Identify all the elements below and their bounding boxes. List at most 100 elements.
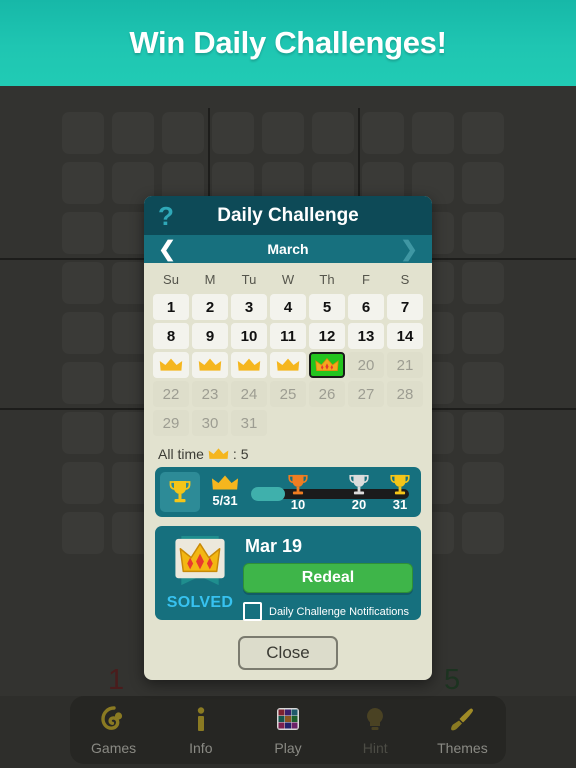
calendar-day[interactable]: 11 [270,323,306,349]
dialog-title: Daily Challenge [144,205,432,227]
calendar-day[interactable]: 13 [348,323,384,349]
crown-icon [315,357,339,373]
board-cell [412,112,454,154]
board-cell [462,112,504,154]
crown-icon [237,357,261,373]
dialog-header: ? Daily Challenge [144,196,432,235]
crown-icon [198,357,222,373]
board-cell [62,212,104,254]
calendar-day[interactable]: 12 [309,323,345,349]
daily-challenge-dialog: ? Daily Challenge ❮ March ❯ SuMTuWThFS 1… [144,196,432,680]
board-cell [162,112,204,154]
nav-label-play: Play [274,740,301,756]
calendar-day[interactable]: 6 [348,294,384,320]
board-cell [462,262,504,304]
progress-marker-10: 10 [278,473,318,512]
board-cell [212,112,254,154]
banner-title: Win Daily Challenges! [129,25,446,61]
calendar-week-row: 293031 [153,410,423,436]
calendar-day[interactable]: 3 [231,294,267,320]
calendar-day[interactable]: 2 [192,294,228,320]
calendar-day: 29 [153,410,189,436]
board-cell [62,112,104,154]
month-label: March [267,241,308,257]
progress-marker-20: 20 [339,473,379,512]
calendar-week-row: 2021 [153,352,423,378]
info-icon [187,705,215,735]
all-time-summary: All time : 5 [158,446,432,462]
calendar-day[interactable]: 14 [387,323,423,349]
board-cell [62,162,104,204]
board-cell [462,162,504,204]
calendar-day[interactable]: 8 [153,323,189,349]
crown-badge-icon [169,534,231,593]
calendar-day[interactable]: 10 [231,323,267,349]
notifications-checkbox[interactable] [243,602,262,621]
nav-item-play[interactable]: Play [244,696,331,764]
calendar-day-selected[interactable] [309,352,345,378]
calendar-day-won[interactable] [270,352,306,378]
paintbrush-icon [448,705,476,735]
calendar-week-row: 22232425262728 [153,381,423,407]
calendar-day[interactable]: 4 [270,294,306,320]
silver-trophy-icon [347,473,371,497]
status-badge: SOLVED [167,594,233,612]
nav-item-themes[interactable]: Themes [419,696,506,764]
weekday-label-th: Th [309,269,345,291]
weekday-header-row: SuMTuWThFS [153,269,423,291]
board-cell [362,112,404,154]
chevron-left-icon[interactable]: ❮ [154,237,180,261]
board-cell [462,362,504,404]
challenge-date: Mar 19 [245,536,413,557]
calendar-day: 22 [153,381,189,407]
calendar-day: 28 [387,381,423,407]
crown-icon [208,447,229,461]
calendar-day: 24 [231,381,267,407]
nav-item-games[interactable]: Games [70,696,157,764]
calendar-day[interactable]: 1 [153,294,189,320]
grid-icon [274,705,302,735]
board-cell [62,512,104,554]
calendar-day[interactable]: 5 [309,294,345,320]
crown-icon [276,357,300,373]
app-root: Win Daily Challenges! 1 5 Games Info [0,0,576,768]
calendar-day[interactable]: 9 [192,323,228,349]
board-cell [62,412,104,454]
board-number-5: 5 [444,664,460,697]
board-cell [462,212,504,254]
all-time-separator: : [233,446,237,462]
calendar-day[interactable]: 7 [387,294,423,320]
board-cell [112,112,154,154]
nav-label-hint: Hint [363,740,388,756]
calendar-day: 27 [348,381,384,407]
trophy-tile[interactable] [160,472,200,512]
calendar-day-won[interactable] [231,352,267,378]
calendar-day-won[interactable] [192,352,228,378]
calendar-day: 31 [231,410,267,436]
all-time-prefix: All time [158,446,204,462]
weekday-label-s: S [387,269,423,291]
calendar-day: 23 [192,381,228,407]
board-cell [462,512,504,554]
gold-trophy-icon [388,473,412,497]
calendar: SuMTuWThFS 12345678910111213142021222324… [144,263,432,436]
board-number-1: 1 [108,664,124,697]
progress-panel: 5/31 10 20 [155,467,421,517]
calendar-day-won[interactable] [153,352,189,378]
challenge-detail-panel: SOLVED Mar 19 Redeal Daily Challenge Not… [155,526,421,620]
board-cell [462,462,504,504]
progress-marker-31: 31 [380,473,420,512]
calendar-weeks: 1234567891011121314202122232425262728293… [153,294,423,436]
board-cell [312,112,354,154]
close-button[interactable]: Close [238,636,338,670]
weekday-label-f: F [348,269,384,291]
nav-item-hint[interactable]: Hint [332,696,419,764]
calendar-day: 26 [309,381,345,407]
badge-column: SOLVED [163,534,237,612]
redeal-button[interactable]: Redeal [243,563,413,593]
chevron-right-icon[interactable]: ❯ [396,237,422,261]
nav-label-themes: Themes [437,740,488,756]
nav-item-info[interactable]: Info [157,696,244,764]
promo-banner: Win Daily Challenges! [0,0,576,86]
question-mark-icon[interactable]: ? [158,202,174,230]
